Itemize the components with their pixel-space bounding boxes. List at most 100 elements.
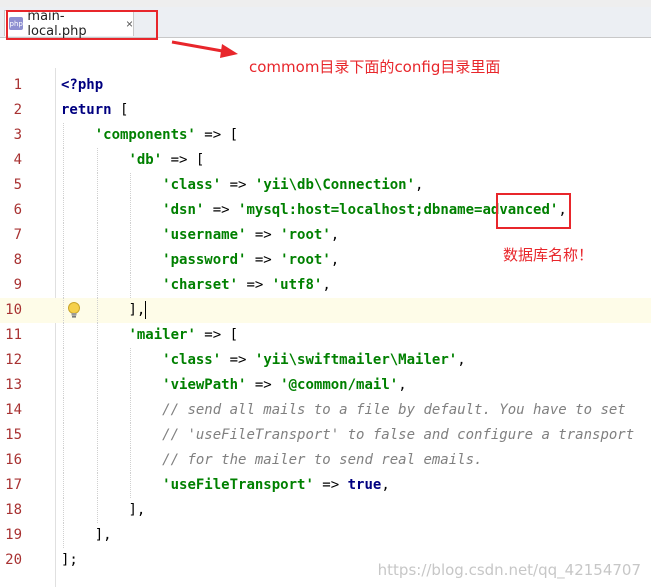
line-number: 7	[13, 227, 22, 243]
code-text: <?php	[61, 73, 103, 98]
code-token: ,	[415, 177, 424, 193]
line-number: 19	[5, 527, 22, 543]
line-number: 18	[5, 502, 22, 518]
indent-guide	[63, 173, 64, 198]
code-text: 'useFileTransport' => true,	[162, 473, 390, 498]
line-number: 17	[5, 477, 22, 493]
indent-guide	[63, 423, 64, 448]
code-token: [	[111, 102, 129, 118]
indent-guide	[96, 473, 98, 498]
indent-guide	[130, 273, 132, 298]
code-token: => [	[195, 327, 239, 343]
indent-guide	[63, 348, 64, 373]
code-text: 'class' => 'yii\swiftmailer\Mailer',	[162, 348, 465, 373]
indent-guide	[63, 248, 64, 273]
indent-guide	[96, 498, 98, 523]
code-token: ,	[381, 477, 390, 493]
code-line[interactable]: 1 <?php	[0, 73, 651, 98]
code-text: ],	[95, 523, 112, 548]
line-number: 6	[13, 202, 22, 218]
indent-guide	[63, 373, 64, 398]
dbname-highlight-box	[496, 193, 571, 229]
indent-guide	[96, 198, 98, 223]
line-number: 9	[13, 277, 22, 293]
code-line[interactable]: 14 // send all mails to a file by default…	[0, 398, 651, 423]
code-token: 'charset'	[162, 277, 239, 293]
code-token: // for the mailer to send real emails.	[162, 452, 483, 468]
indent-guide	[63, 273, 64, 298]
code-line[interactable]: 4 'db' => [	[0, 148, 651, 173]
indent-guide	[63, 473, 64, 498]
code-text: 'components' => [	[95, 123, 238, 148]
code-token: ],	[94, 527, 112, 543]
indent-guide	[63, 298, 64, 323]
code-token: <?php	[61, 77, 104, 93]
indent-guide	[63, 523, 64, 548]
indent-guide	[96, 398, 98, 423]
indent-guide	[96, 323, 98, 348]
code-token: =>	[246, 377, 281, 393]
indent-guide	[130, 373, 132, 398]
line-number: 13	[5, 377, 22, 393]
code-line[interactable]: 12 'class' => 'yii\swiftmailer\Mailer',	[0, 348, 651, 373]
code-line[interactable]: 18],	[0, 498, 651, 523]
code-text: 'charset' => 'utf8',	[162, 273, 331, 298]
code-token: 'yii\db\Connection'	[254, 177, 416, 193]
indent-guide	[96, 148, 98, 173]
indent-guide	[130, 398, 132, 423]
code-line[interactable]: 2 return [	[0, 98, 651, 123]
code-token: ,	[322, 277, 331, 293]
code-line[interactable]: 17 'useFileTransport' => true,	[0, 473, 651, 498]
code-text: 'viewPath' => '@common/mail',	[162, 373, 406, 398]
code-token: =>	[204, 202, 239, 218]
code-text: // send all mails to a file by default. …	[162, 398, 626, 423]
code-line[interactable]: 16 // for the mailer to send real emails.	[0, 448, 651, 473]
indent-guide	[130, 223, 132, 248]
indent-guide	[96, 448, 98, 473]
code-token: 'username'	[162, 227, 247, 243]
indent-guide	[63, 123, 64, 148]
code-token: =>	[238, 277, 272, 293]
code-token: ,	[398, 377, 407, 393]
lightbulb-icon[interactable]	[67, 302, 81, 319]
indent-guide	[130, 198, 132, 223]
watermark: https://blog.csdn.net/qq_42154707	[377, 561, 641, 579]
code-token: 'components'	[94, 127, 196, 143]
code-text: 'class' => 'yii\db\Connection',	[162, 173, 423, 198]
db-annotation: 数据库名称！	[503, 246, 594, 264]
code-token: 'root'	[280, 252, 331, 268]
code-token: => [	[162, 152, 205, 168]
line-number: 2	[13, 102, 22, 118]
indent-guide	[130, 448, 132, 473]
line-number: 4	[13, 152, 22, 168]
indent-guide	[63, 448, 64, 473]
code-token: 'dsn'	[162, 202, 205, 218]
indent-guide	[63, 223, 64, 248]
code-line[interactable]: 11 'mailer' => [	[0, 323, 651, 348]
code-token: => [	[195, 127, 239, 143]
line-number: 14	[5, 402, 22, 418]
code-line[interactable]: 19],	[0, 523, 651, 548]
line-number: 5	[13, 177, 22, 193]
code-line[interactable]: 13 'viewPath' => '@common/mail',	[0, 373, 651, 398]
indent-guide	[130, 423, 132, 448]
code-token: '@common/mail'	[280, 377, 399, 393]
code-line[interactable]: 10],	[0, 298, 651, 323]
code-token: // send all mails to a file by default. …	[162, 402, 626, 418]
code-line[interactable]: 9 'charset' => 'utf8',	[0, 273, 651, 298]
code-token: =>	[246, 227, 281, 243]
code-token: ,	[330, 252, 340, 268]
code-area[interactable]: 1 <?php 2 return [3'components' => [ 4 'db' =…	[0, 73, 651, 573]
code-token: ],	[128, 502, 146, 518]
code-text: ];	[61, 548, 78, 573]
code-text: 'mailer' => [	[128, 323, 238, 348]
arrow-icon	[171, 40, 238, 58]
tab-highlight-box	[6, 10, 158, 40]
code-token: 'password'	[162, 252, 247, 268]
code-text: ],	[128, 498, 145, 523]
code-line[interactable]: 15 // 'useFileTransport' to false and con…	[0, 423, 651, 448]
code-text: ],	[128, 298, 147, 323]
code-token: 'db'	[128, 152, 163, 168]
code-line[interactable]: 3 'components' => [	[0, 123, 651, 148]
line-number: 11	[5, 327, 22, 343]
